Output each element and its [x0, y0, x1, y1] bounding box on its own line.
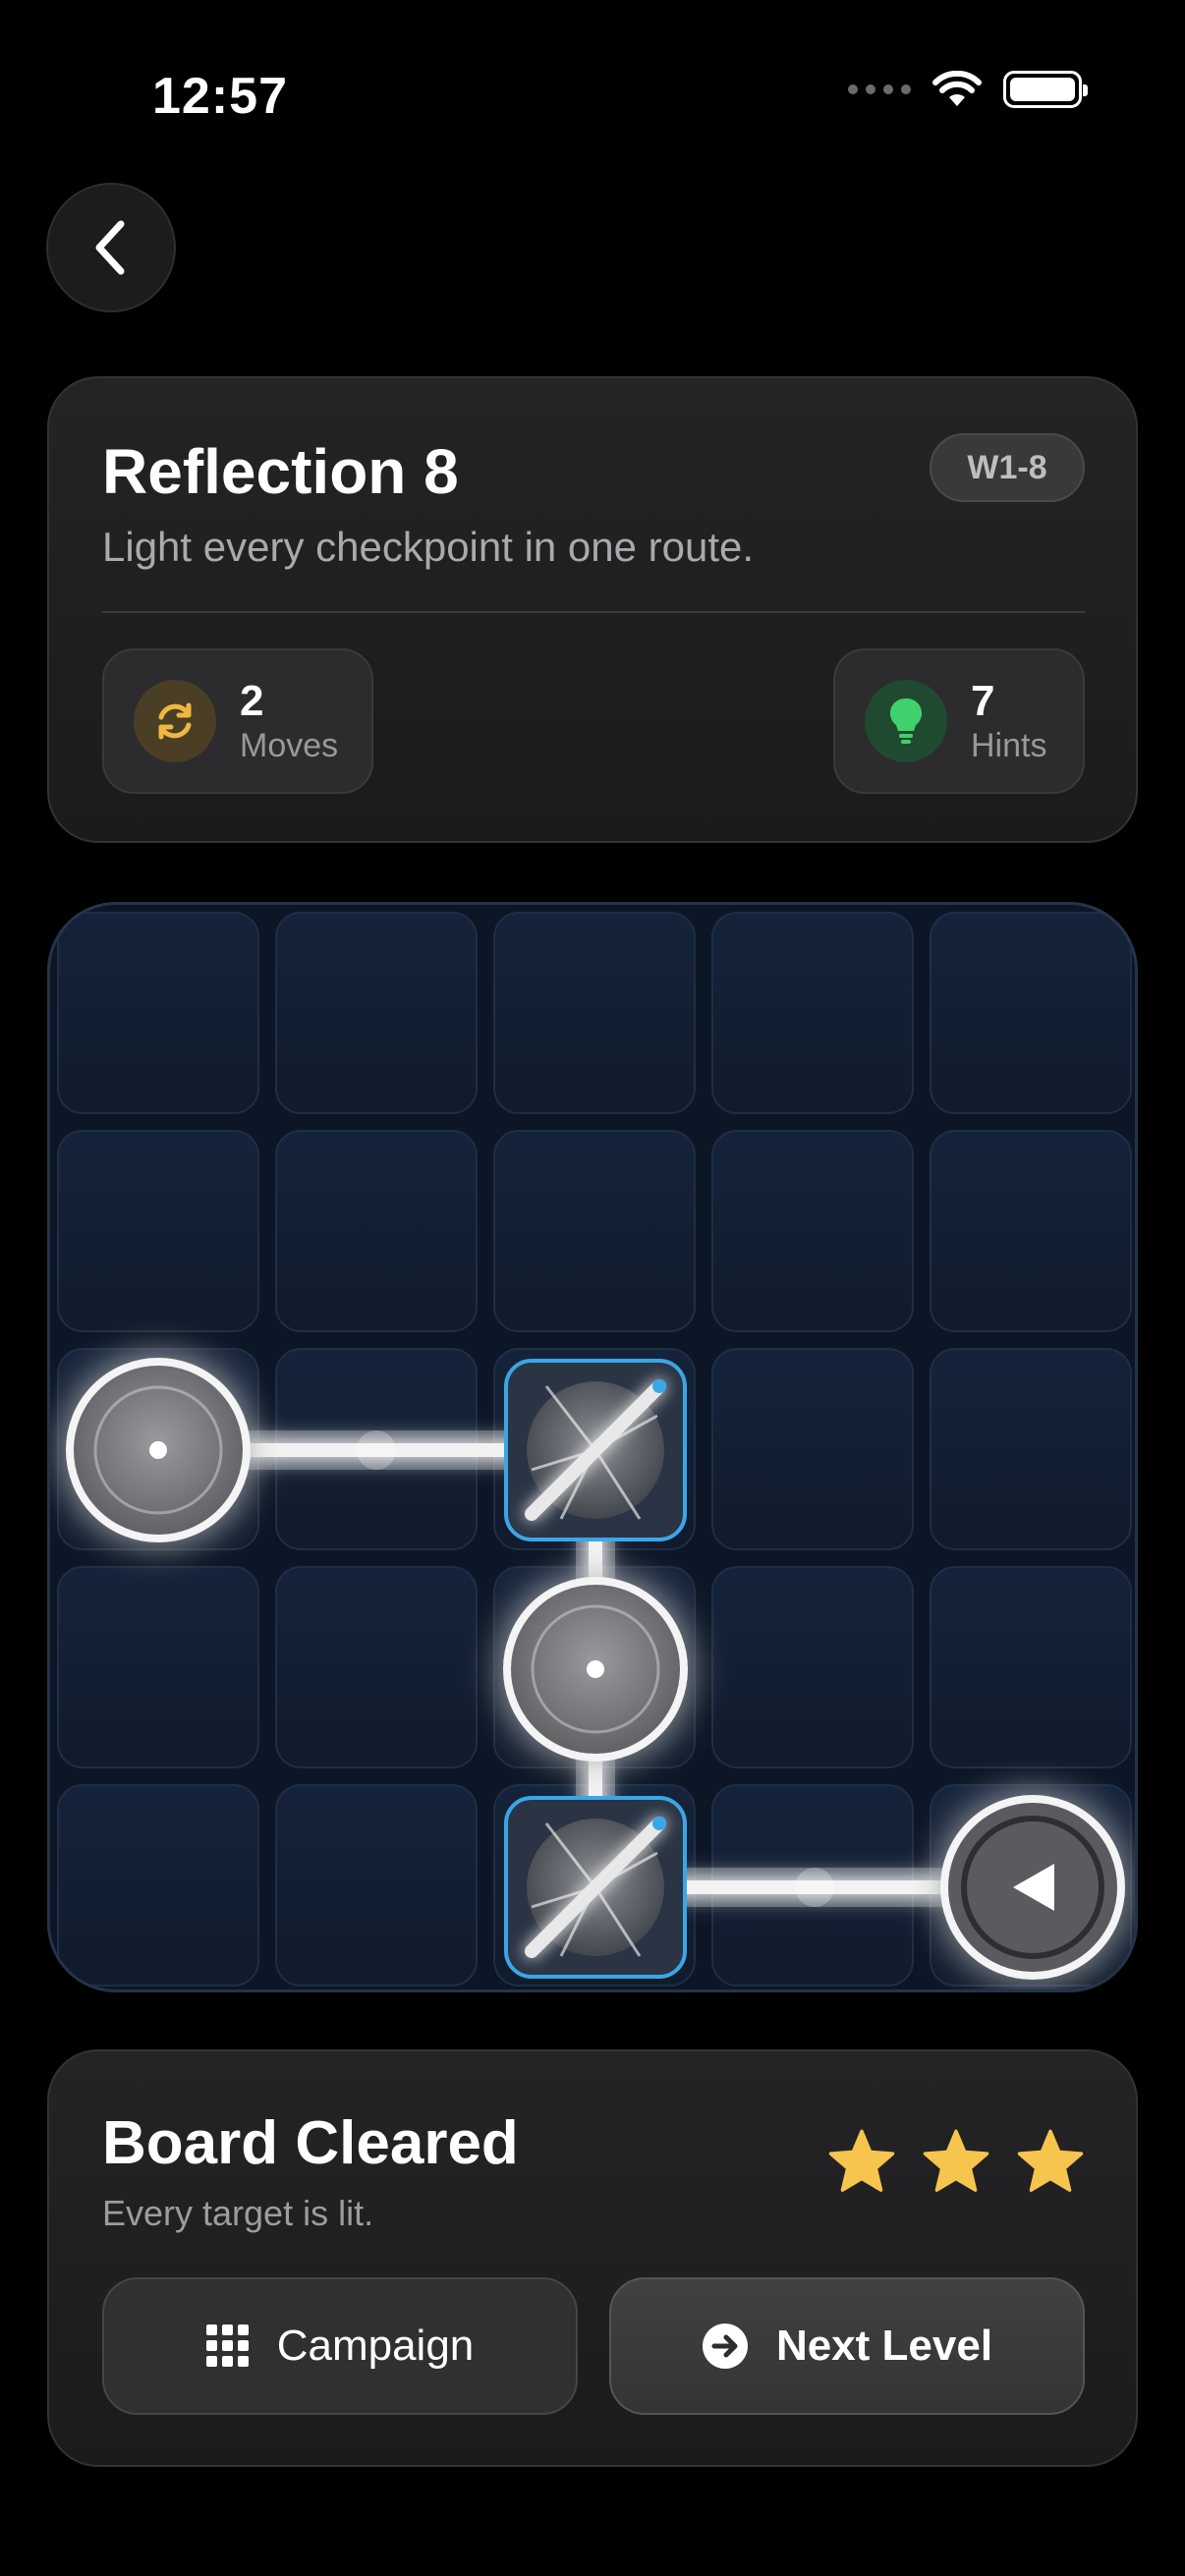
result-card: Board Cleared Every target is lit. Campa…: [47, 2049, 1138, 2467]
star-rating: [827, 2128, 1085, 2195]
level-info-card: Reflection 8 W1-8 Light every checkpoint…: [47, 376, 1138, 843]
status-bar: 12:57: [0, 0, 1185, 187]
moves-stat: 2 Moves: [102, 648, 373, 794]
battery-icon: [1003, 71, 1088, 108]
moves-icon-wrap: [134, 680, 216, 762]
refresh-icon: [158, 702, 192, 740]
star-icon: [923, 2129, 989, 2192]
next-level-button[interactable]: Next Level: [609, 2277, 1085, 2415]
result-subtitle: Every target is lit.: [102, 2193, 374, 2233]
level-title: Reflection 8: [102, 436, 459, 507]
moves-label: Moves: [240, 727, 339, 764]
signal-dots-icon: [848, 84, 911, 94]
hints-icon-wrap: [865, 680, 947, 762]
hints-label: Hints: [971, 727, 1047, 764]
back-button[interactable]: [46, 183, 176, 312]
star-icon: [1017, 2129, 1084, 2192]
status-icons: [848, 71, 1088, 108]
grid-icon: [205, 2324, 249, 2367]
board-overlay: [66, 1358, 1125, 1980]
chevron-left-icon: [95, 220, 125, 275]
level-badge: W1-8: [930, 433, 1085, 502]
arrow-right-circle-icon: [702, 2324, 748, 2369]
target-lit[interactable]: [503, 1577, 688, 1762]
level-subtitle: Light every checkpoint in one route.: [102, 524, 755, 570]
campaign-label: Campaign: [276, 2322, 475, 2370]
target-lit[interactable]: [66, 1358, 251, 1542]
hints-value: 7: [971, 677, 995, 725]
emitter[interactable]: [940, 1795, 1125, 1980]
beam-node: [357, 1430, 396, 1470]
star-icon: [828, 2129, 895, 2192]
campaign-button[interactable]: Campaign: [102, 2277, 578, 2415]
result-title: Board Cleared: [102, 2109, 519, 2177]
divider: [102, 611, 1085, 613]
wifi-icon: [932, 71, 982, 106]
status-time: 12:57: [152, 68, 288, 125]
mirror-tile[interactable]: [504, 1359, 687, 1541]
lightbulb-icon: [889, 698, 923, 744]
beam-node: [795, 1868, 834, 1907]
game-board[interactable]: [47, 902, 1138, 1992]
hints-button[interactable]: 7 Hints: [833, 648, 1085, 794]
mirror-tile[interactable]: [504, 1796, 687, 1979]
next-level-label: Next Level: [775, 2322, 993, 2370]
moves-value: 2: [240, 677, 264, 725]
